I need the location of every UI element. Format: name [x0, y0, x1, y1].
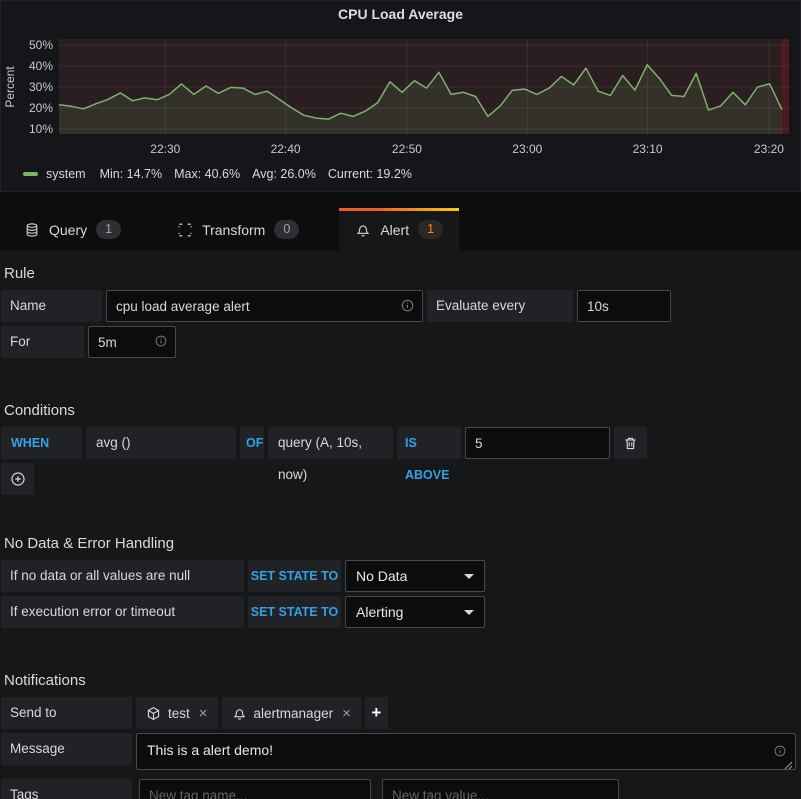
transform-count-badge: 0 — [274, 220, 299, 239]
tab-label: Query — [49, 222, 87, 238]
legend-stat: Avg: 26.0% — [252, 167, 316, 181]
tag-value-input[interactable] — [382, 779, 619, 799]
condition-operator-button[interactable]: IS ABOVE — [397, 427, 461, 459]
x-tick: 22:40 — [264, 142, 308, 156]
tab-query[interactable]: Query 1 — [8, 208, 137, 251]
plot-area: Percent 50%40%30%20%10% — [1, 39, 801, 134]
rule-name-input[interactable] — [106, 290, 423, 322]
evaluate-every-label: Evaluate every — [427, 290, 573, 322]
condition-of-button[interactable]: OF — [240, 427, 264, 459]
no-data-set-state-button[interactable]: SET STATE TO — [248, 560, 341, 592]
y-tick: 30% — [15, 80, 53, 94]
cube-icon — [146, 706, 161, 721]
y-tick: 20% — [15, 101, 53, 115]
graph-panel: CPU Load Average Percent 50%40%30%20%10%… — [0, 0, 801, 192]
for-field-wrap — [88, 326, 176, 358]
tag-name-input[interactable] — [139, 779, 371, 799]
info-icon — [154, 334, 168, 348]
panel-title: CPU Load Average — [1, 1, 800, 22]
legend-color-dash — [23, 172, 38, 176]
selected-value: Alerting — [356, 604, 403, 620]
delete-condition-button[interactable] — [614, 427, 647, 459]
x-tick: 23:10 — [626, 142, 670, 156]
bell-icon — [232, 706, 247, 721]
tab-alert[interactable]: Alert 1 — [339, 208, 459, 251]
x-tick: 22:50 — [385, 142, 429, 156]
notifications-heading: Notifications — [4, 672, 796, 689]
condition-query-button[interactable]: query (A, 10s, now) — [268, 427, 393, 459]
rule-name-label: Name — [1, 290, 102, 322]
send-to-label: Send to — [1, 697, 132, 729]
conditions-heading: Conditions — [4, 402, 796, 419]
circle-plus-icon — [10, 471, 26, 487]
rule-name-field-wrap — [106, 290, 423, 322]
info-icon — [773, 744, 787, 758]
x-tick: 23:00 — [505, 142, 549, 156]
for-label: For — [1, 326, 84, 358]
rule-heading: Rule — [4, 265, 796, 282]
message-label: Message — [1, 733, 132, 765]
info-icon — [400, 298, 415, 313]
channel-name: test — [168, 706, 190, 721]
no-data-heading: No Data & Error Handling — [4, 535, 796, 552]
message-field-wrap: This is a alert demo! — [136, 733, 796, 775]
no-data-state-select[interactable]: No Data — [345, 560, 485, 592]
no-data-label: If no data or all values are null — [1, 560, 244, 592]
legend-series-name[interactable]: system — [46, 167, 86, 181]
bell-icon — [355, 222, 371, 238]
y-tick: 50% — [15, 38, 53, 52]
tab-label: Alert — [380, 222, 409, 238]
tab-transform[interactable]: Transform 0 — [161, 208, 315, 251]
channel-chip-test[interactable]: test × — [136, 697, 218, 729]
add-condition-button[interactable] — [1, 463, 34, 495]
y-tick: 40% — [15, 59, 53, 73]
transform-icon — [177, 222, 193, 238]
error-set-state-button[interactable]: SET STATE TO — [248, 596, 341, 628]
trash-icon — [623, 436, 638, 451]
resize-grip-icon[interactable] — [784, 761, 793, 770]
time-series-plot — [59, 39, 789, 134]
chart-legend: system Min: 14.7% Max: 40.6% Avg: 26.0% Cur… — [23, 167, 424, 181]
legend-stat: Current: 19.2% — [328, 167, 412, 181]
chevron-down-icon — [464, 610, 474, 615]
alert-tab-content: Rule Name Evaluate every For Conditions … — [0, 265, 801, 799]
add-channel-button[interactable]: + — [365, 697, 388, 729]
chevron-down-icon — [464, 574, 474, 579]
condition-when-button[interactable]: WHEN — [1, 427, 82, 459]
remove-channel-icon[interactable]: × — [342, 705, 351, 722]
y-tick: 10% — [15, 122, 53, 136]
error-state-select[interactable]: Alerting — [345, 596, 485, 628]
evaluate-every-input[interactable] — [577, 290, 671, 322]
panel-editor-tabbar: Query 1 Transform 0 Alert 1 — [0, 192, 801, 251]
x-tick: 22:30 — [143, 142, 187, 156]
tab-label: Transform — [202, 222, 265, 238]
selected-value: No Data — [356, 568, 407, 584]
remove-channel-icon[interactable]: × — [199, 705, 208, 722]
legend-stats: Min: 14.7% Max: 40.6% Avg: 26.0% Current: 1… — [100, 167, 424, 181]
channel-chip-alertmanager[interactable]: alertmanager × — [222, 697, 361, 729]
database-icon — [24, 222, 40, 238]
cpu-load-chart — [59, 39, 789, 134]
legend-stat: Max: 40.6% — [174, 167, 240, 181]
condition-threshold-input[interactable] — [465, 427, 610, 459]
condition-aggregation-button[interactable]: avg () — [86, 427, 236, 459]
alert-count-badge: 1 — [418, 220, 443, 239]
channel-name: alertmanager — [254, 706, 334, 721]
query-count-badge: 1 — [96, 220, 121, 239]
legend-stat: Min: 14.7% — [100, 167, 163, 181]
message-textarea[interactable]: This is a alert demo! — [136, 733, 796, 770]
x-tick: 23:20 — [747, 142, 791, 156]
tags-label: Tags — [1, 779, 132, 799]
error-label: If execution error or timeout — [1, 596, 244, 628]
